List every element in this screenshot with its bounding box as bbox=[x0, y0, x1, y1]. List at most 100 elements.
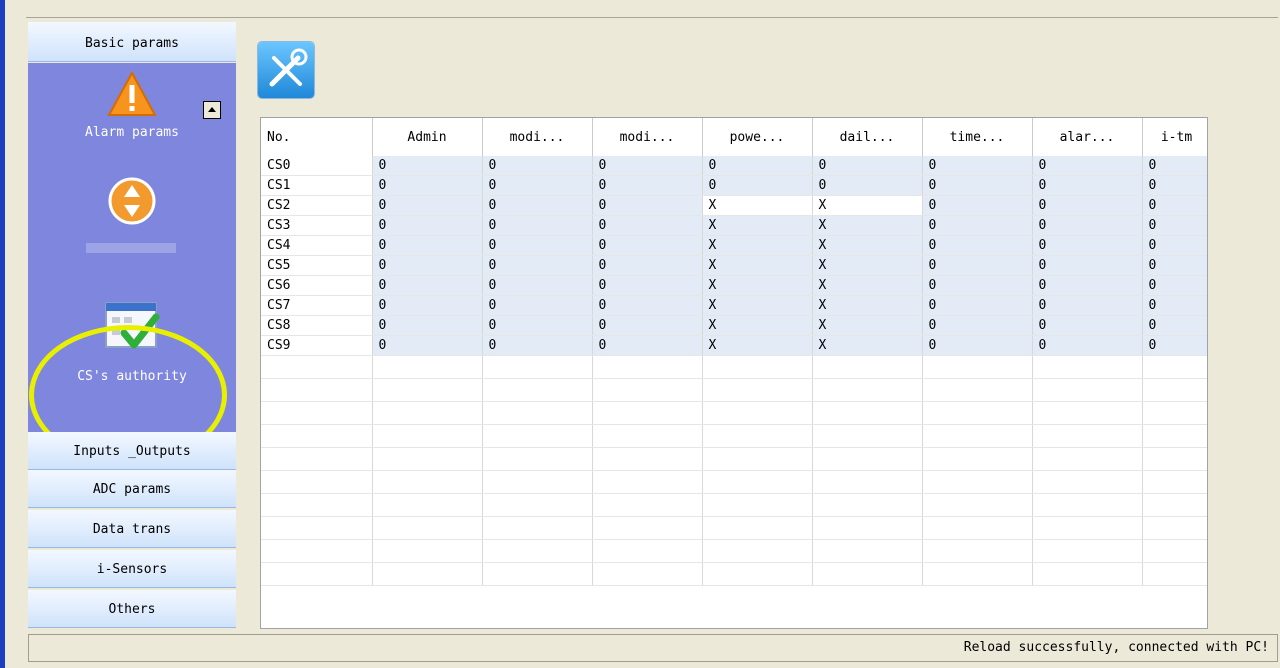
table-cell[interactable]: X bbox=[702, 275, 813, 296]
table-cell[interactable]: X bbox=[702, 235, 813, 256]
table-cell[interactable]: CS9 bbox=[261, 335, 373, 356]
table-cell[interactable]: CS8 bbox=[261, 315, 373, 336]
table-row[interactable]: CS6 0 0 0 X X 0 0 0 bbox=[261, 275, 1207, 296]
table-cell[interactable]: X bbox=[812, 315, 923, 336]
table-cell[interactable]: 0 bbox=[922, 295, 1033, 316]
table-cell[interactable]: X bbox=[702, 335, 813, 356]
table-row[interactable]: CS5 0 0 0 X X 0 0 0 bbox=[261, 255, 1207, 276]
table-cell[interactable]: 0 bbox=[592, 175, 703, 196]
table-cell[interactable]: CS3 bbox=[261, 215, 373, 236]
table-row[interactable]: CS9 0 0 0 X X 0 0 0 bbox=[261, 335, 1207, 356]
table-cell[interactable]: 0 bbox=[1142, 156, 1207, 176]
table-cell[interactable]: 0 bbox=[1142, 295, 1207, 316]
table-cell[interactable]: CS6 bbox=[261, 275, 373, 296]
table-cell[interactable]: 0 bbox=[922, 315, 1033, 336]
table-row[interactable]: CS2 0 0 0 X X 0 0 0 bbox=[261, 195, 1207, 216]
table-cell[interactable]: 0 bbox=[1032, 255, 1143, 276]
table-cell[interactable]: 0 bbox=[592, 255, 703, 276]
table-cell[interactable]: 0 bbox=[372, 215, 483, 236]
table-cell[interactable]: 0 bbox=[812, 175, 923, 196]
sidebar-section-i-sensors[interactable]: i-Sensors bbox=[28, 550, 236, 588]
table-cell[interactable]: X bbox=[702, 315, 813, 336]
sidebar-section-adc-params[interactable]: ADC params bbox=[28, 470, 236, 508]
table-cell[interactable]: X bbox=[702, 215, 813, 236]
table-row[interactable]: CS1 0 0 0 0 0 0 0 0 bbox=[261, 175, 1207, 196]
table-cell[interactable]: 0 bbox=[1032, 156, 1143, 176]
table-cell[interactable]: X bbox=[702, 295, 813, 316]
column-header[interactable]: i-tm bbox=[1142, 118, 1207, 156]
table-row[interactable]: CS0 0 0 0 0 0 0 0 0 bbox=[261, 156, 1207, 176]
table-cell[interactable]: 0 bbox=[482, 215, 593, 236]
table-cell[interactable]: 0 bbox=[922, 156, 1033, 176]
table-cell[interactable]: CS4 bbox=[261, 235, 373, 256]
table-cell[interactable]: 0 bbox=[482, 175, 593, 196]
column-header[interactable]: No. bbox=[261, 118, 373, 156]
table-cell[interactable]: 0 bbox=[592, 315, 703, 336]
table-cell[interactable]: 0 bbox=[1032, 195, 1143, 216]
column-header[interactable]: modi... bbox=[592, 118, 703, 156]
table-cell[interactable]: 0 bbox=[1142, 175, 1207, 196]
table-row[interactable]: CS8 0 0 0 X X 0 0 0 bbox=[261, 315, 1207, 336]
table-cell[interactable]: 0 bbox=[1032, 335, 1143, 356]
table-cell[interactable]: 0 bbox=[372, 175, 483, 196]
table-cell[interactable]: 0 bbox=[592, 235, 703, 256]
table-cell[interactable]: 0 bbox=[1032, 295, 1143, 316]
table-cell[interactable]: 0 bbox=[1142, 255, 1207, 276]
table-cell[interactable]: 0 bbox=[1142, 215, 1207, 236]
table-cell[interactable]: 0 bbox=[592, 335, 703, 356]
table-cell[interactable]: 0 bbox=[592, 156, 703, 176]
table-cell[interactable]: CS5 bbox=[261, 255, 373, 276]
table-cell[interactable]: 0 bbox=[922, 255, 1033, 276]
table-cell[interactable]: X bbox=[812, 255, 923, 276]
table-cell[interactable]: 0 bbox=[482, 295, 593, 316]
column-header[interactable]: modi... bbox=[482, 118, 593, 156]
table-cell[interactable]: 0 bbox=[1032, 315, 1143, 336]
table-cell[interactable]: X bbox=[812, 235, 923, 256]
table-cell[interactable]: 0 bbox=[922, 195, 1033, 216]
table-cell[interactable]: X bbox=[812, 195, 923, 216]
table-cell[interactable]: 0 bbox=[922, 235, 1033, 256]
table-cell[interactable]: 0 bbox=[592, 295, 703, 316]
table-cell[interactable]: 0 bbox=[592, 195, 703, 216]
tools-button[interactable] bbox=[258, 42, 314, 98]
table-cell[interactable]: 0 bbox=[1142, 275, 1207, 296]
table-row[interactable]: CS4 0 0 0 X X 0 0 0 bbox=[261, 235, 1207, 256]
column-header[interactable]: alar... bbox=[1032, 118, 1143, 156]
table-cell[interactable]: 0 bbox=[372, 335, 483, 356]
table-cell[interactable]: 0 bbox=[482, 235, 593, 256]
table-cell[interactable]: 0 bbox=[1142, 335, 1207, 356]
table-cell[interactable]: 0 bbox=[702, 175, 813, 196]
table-cell[interactable]: CS7 bbox=[261, 295, 373, 316]
table-cell[interactable]: 0 bbox=[372, 315, 483, 336]
table-cell[interactable]: 0 bbox=[372, 235, 483, 256]
column-header[interactable]: time... bbox=[922, 118, 1033, 156]
table-cell[interactable]: 0 bbox=[372, 275, 483, 296]
table-cell[interactable]: 0 bbox=[482, 156, 593, 176]
table-cell[interactable]: 0 bbox=[372, 156, 483, 176]
table-cell[interactable]: 0 bbox=[922, 175, 1033, 196]
table-cell[interactable]: 0 bbox=[1142, 315, 1207, 336]
table-cell[interactable]: X bbox=[702, 195, 813, 216]
column-header[interactable]: powe... bbox=[702, 118, 813, 156]
sidebar-section-others[interactable]: Others bbox=[28, 590, 236, 628]
table-cell[interactable]: 0 bbox=[922, 275, 1033, 296]
table-cell[interactable]: 0 bbox=[1032, 235, 1143, 256]
column-header[interactable]: Admin bbox=[372, 118, 483, 156]
table-cell[interactable]: X bbox=[812, 335, 923, 356]
table-cell[interactable]: X bbox=[812, 215, 923, 236]
table-cell[interactable]: 0 bbox=[922, 215, 1033, 236]
table-cell[interactable]: CS0 bbox=[261, 156, 373, 176]
table-row[interactable]: CS3 0 0 0 X X 0 0 0 bbox=[261, 215, 1207, 236]
table-cell[interactable]: X bbox=[702, 255, 813, 276]
table-cell[interactable]: 0 bbox=[922, 335, 1033, 356]
table-cell[interactable]: 0 bbox=[372, 295, 483, 316]
table-cell[interactable]: 0 bbox=[1142, 195, 1207, 216]
sidebar-section-basic-params[interactable]: Basic params bbox=[28, 22, 236, 62]
table-cell[interactable]: 0 bbox=[372, 255, 483, 276]
panel-item-adjust[interactable] bbox=[28, 171, 236, 261]
table-cell[interactable]: 0 bbox=[1142, 235, 1207, 256]
table-cell[interactable]: 0 bbox=[1032, 175, 1143, 196]
table-cell[interactable]: CS2 bbox=[261, 195, 373, 216]
table-cell[interactable]: 0 bbox=[482, 275, 593, 296]
table-cell[interactable]: 0 bbox=[482, 255, 593, 276]
